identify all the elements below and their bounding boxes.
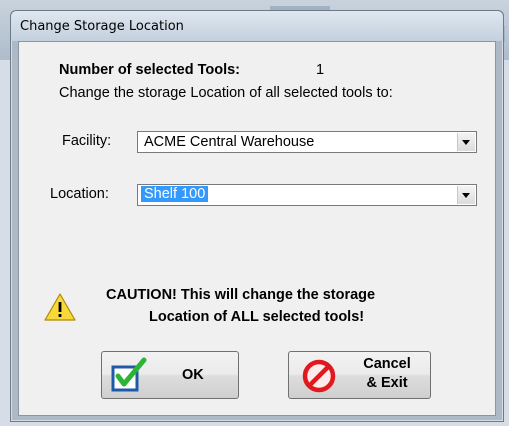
facility-dropdown[interactable]: ACME Central Warehouse <box>137 131 477 153</box>
chevron-down-icon[interactable] <box>457 133 475 151</box>
location-value: Shelf 100 <box>141 186 209 202</box>
cancel-label-line2: & Exit <box>366 375 408 391</box>
chevron-down-icon[interactable] <box>457 186 475 204</box>
location-label: Location: <box>50 186 109 202</box>
selected-count-value: 1 <box>316 62 325 78</box>
ok-button[interactable]: OK <box>101 351 239 399</box>
location-dropdown[interactable]: Shelf 100 <box>137 184 477 206</box>
facility-value: ACME Central Warehouse <box>144 134 315 150</box>
instruction-text: Change the storage Location of all selec… <box>59 85 393 101</box>
selected-count-label: Number of selected Tools: <box>59 62 241 78</box>
checkmark-icon <box>111 357 147 392</box>
cancel-exit-button[interactable]: Cancel & Exit <box>288 351 431 399</box>
facility-label: Facility: <box>62 133 112 149</box>
dialog-body: Number of selected Tools: 1 Change the s… <box>18 41 496 416</box>
dialog-title: Change Storage Location <box>20 19 184 34</box>
caution-line-2: Location of ALL selected tools! <box>149 309 365 325</box>
prohibited-icon <box>302 359 336 393</box>
cancel-label-line1: Cancel <box>363 356 411 372</box>
ok-label: OK <box>182 367 204 383</box>
warning-triangle-icon <box>44 293 76 321</box>
caution-line-1: CAUTION! This will change the storage <box>106 287 376 303</box>
title-bar[interactable]: Change Storage Location <box>11 11 503 41</box>
change-storage-dialog: Change Storage Location Number of select… <box>10 10 504 422</box>
